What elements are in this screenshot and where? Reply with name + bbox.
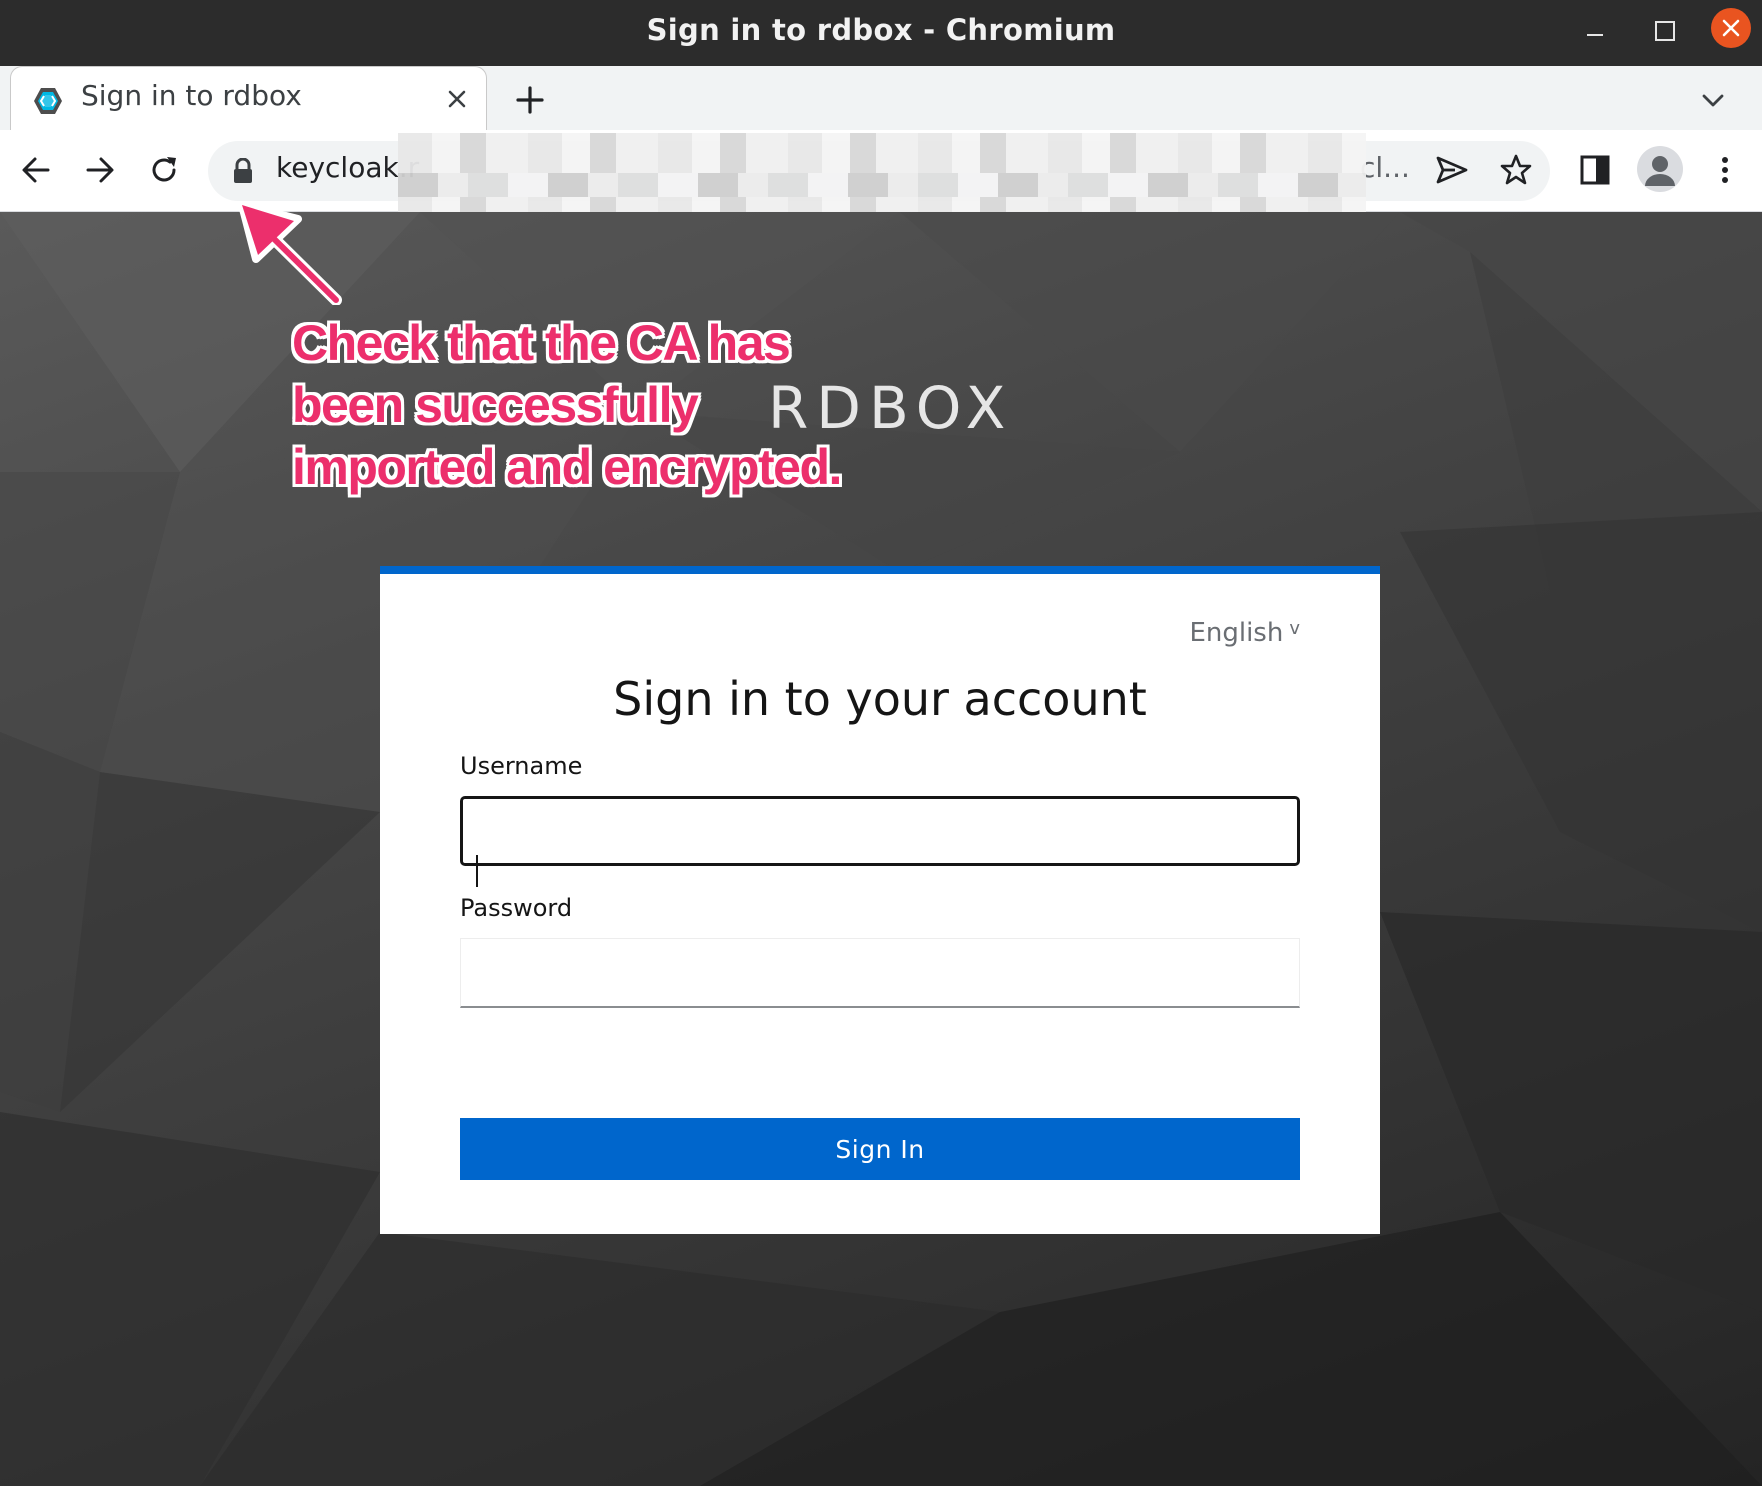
language-selector[interactable]: English v — [1189, 618, 1300, 648]
password-input[interactable] — [460, 938, 1300, 1008]
username-label: Username — [460, 752, 583, 780]
star-icon — [1500, 154, 1532, 185]
login-card: English v Sign in to your account Usernam… — [380, 566, 1380, 1234]
password-label: Password — [460, 894, 573, 922]
back-button[interactable] — [14, 148, 58, 192]
chevron-down-icon[interactable] — [1695, 82, 1731, 118]
send-tab-button[interactable] — [1430, 148, 1474, 192]
send-icon — [1436, 156, 1468, 184]
page-background: Check that the CA has been successfully … — [0, 212, 1762, 1486]
login-heading: Sign in to your account — [613, 672, 1147, 726]
annotation-arrow — [238, 201, 342, 305]
chevron-down-icon: v — [1289, 618, 1300, 639]
tab-title: Sign in to rdbox — [81, 79, 302, 112]
sign-in-button[interactable]: Sign In — [460, 1118, 1300, 1180]
close-window-button[interactable] — [1711, 8, 1751, 48]
tab-strip: Sign in to rdbox — [0, 66, 1762, 130]
back-icon — [22, 157, 50, 183]
profile-icon — [1645, 156, 1675, 186]
reload-icon — [152, 157, 176, 182]
close-icon — [1722, 19, 1740, 37]
annotation-line: Check that the CA has — [292, 315, 791, 371]
tab-sign-in[interactable]: Sign in to rdbox — [10, 66, 487, 130]
reload-button[interactable] — [142, 148, 186, 192]
minimize-button[interactable] — [1575, 10, 1615, 50]
browser-menu-button[interactable] — [1703, 148, 1747, 192]
menu-icon — [1722, 157, 1728, 183]
bookmark-button[interactable] — [1494, 148, 1538, 192]
lock-icon[interactable] — [232, 158, 254, 184]
url-text-tail: cl... — [1360, 151, 1410, 184]
keycloak-icon — [34, 88, 62, 114]
annotation-line: imported and encrypted. — [292, 439, 842, 495]
tab-close-icon[interactable] — [445, 87, 469, 111]
window-titlebar: Sign in to rdbox - Chromium — [0, 0, 1762, 66]
forward-icon — [86, 157, 114, 183]
text-cursor — [476, 855, 478, 887]
maximize-button[interactable] — [1644, 10, 1684, 50]
username-input[interactable] — [460, 796, 1300, 866]
realm-brand: RDBOX — [768, 374, 1014, 442]
window-title: Sign in to rdbox - Chromium — [646, 13, 1116, 47]
side-panel-button[interactable] — [1573, 148, 1617, 192]
forward-button[interactable] — [78, 148, 122, 192]
redacted-url-overlay — [398, 133, 1366, 221]
annotation-line: been successfully — [292, 377, 699, 433]
profile-button[interactable] — [1637, 146, 1683, 192]
side-panel-icon — [1580, 155, 1610, 185]
new-tab-icon[interactable] — [510, 80, 550, 120]
annotation-text: Check that the CA has been successfully … — [292, 312, 842, 498]
language-label: English — [1189, 618, 1284, 648]
